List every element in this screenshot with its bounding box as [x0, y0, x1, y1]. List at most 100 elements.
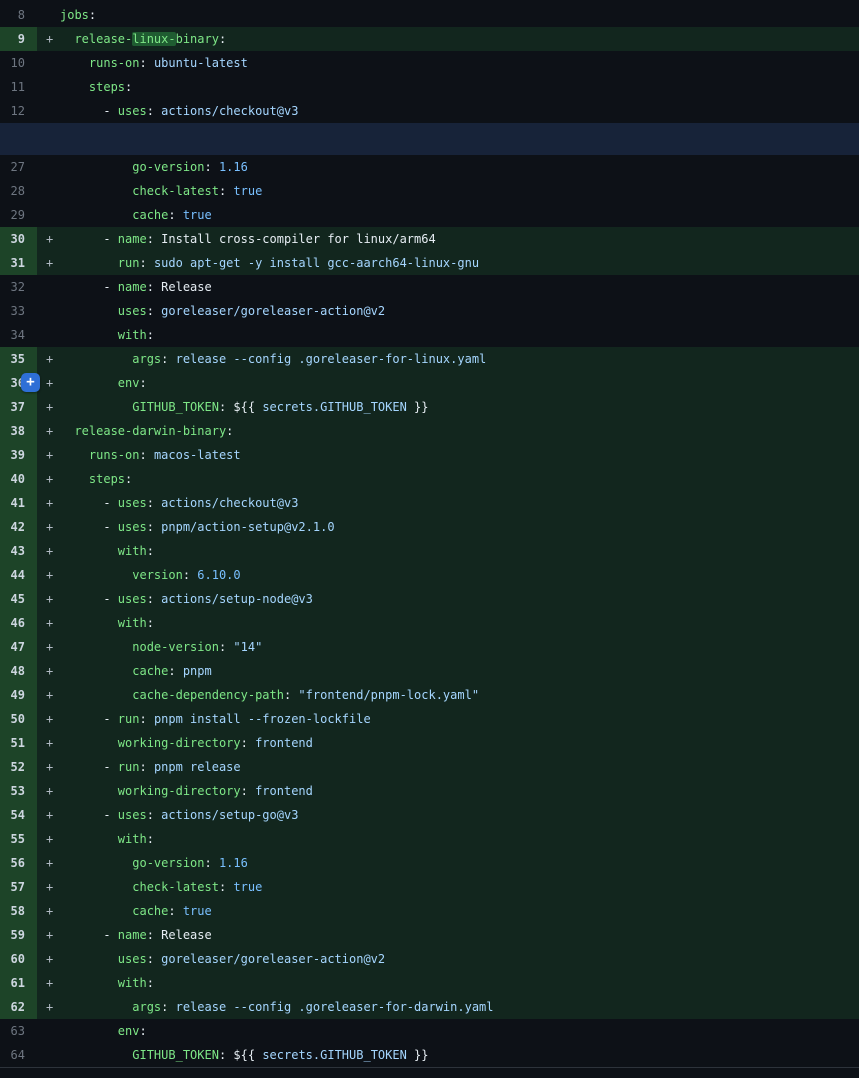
- line-number[interactable]: 37: [0, 395, 37, 419]
- diff-line-60: 60+ uses: goreleaser/goreleaser-action@v…: [0, 947, 859, 971]
- line-number[interactable]: 33: [0, 299, 37, 323]
- diff-line-28: 28 check-latest: true: [0, 179, 859, 203]
- diff-line-body: + - uses: actions/checkout@v3: [37, 491, 859, 515]
- line-number[interactable]: 44: [0, 563, 37, 587]
- diff-line-body: + node-version: "14": [37, 635, 859, 659]
- diff-line-body: + args: release --config .goreleaser-for…: [37, 347, 859, 371]
- code-line: node-version: "14": [60, 635, 262, 659]
- line-number[interactable]: 31: [0, 251, 37, 275]
- line-number[interactable]: 60: [0, 947, 37, 971]
- code-line: with:: [60, 827, 154, 851]
- line-number[interactable]: 48: [0, 659, 37, 683]
- line-number[interactable]: 34: [0, 323, 37, 347]
- code-line: env:: [60, 371, 147, 395]
- line-number[interactable]: 32: [0, 275, 37, 299]
- line-number[interactable]: 11: [0, 75, 37, 99]
- diff-marker: +: [37, 395, 60, 419]
- diff-line-31: 31+ run: sudo apt-get -y install gcc-aar…: [0, 251, 859, 275]
- diff-line-63: 63 env:: [0, 1019, 859, 1043]
- line-number[interactable]: 27: [0, 155, 37, 179]
- diff-line-53: 53+ working-directory: frontend: [0, 779, 859, 803]
- diff-line-body: runs-on: ubuntu-latest: [37, 51, 859, 75]
- line-number[interactable]: 57: [0, 875, 37, 899]
- diff-line-56: 56+ go-version: 1.16: [0, 851, 859, 875]
- line-number[interactable]: 47: [0, 635, 37, 659]
- line-number[interactable]: 59: [0, 923, 37, 947]
- line-number[interactable]: 42: [0, 515, 37, 539]
- diff-marker: +: [37, 443, 60, 467]
- code-line: with:: [60, 323, 154, 347]
- diff-line-body: + release-linux-binary:: [37, 27, 859, 51]
- diff-marker: [37, 203, 60, 227]
- hunk-expander-row[interactable]: [0, 123, 859, 155]
- line-number[interactable]: 29: [0, 203, 37, 227]
- diff-line-body: + - uses: actions/setup-node@v3: [37, 587, 859, 611]
- line-number[interactable]: 51: [0, 731, 37, 755]
- line-number[interactable]: 58: [0, 899, 37, 923]
- line-number[interactable]: 30: [0, 227, 37, 251]
- line-number[interactable]: 62: [0, 995, 37, 1019]
- code-line: version: 6.10.0: [60, 563, 241, 587]
- line-number[interactable]: 50: [0, 707, 37, 731]
- diff-marker: +: [37, 347, 60, 371]
- line-number[interactable]: 40: [0, 467, 37, 491]
- diff-line-8: 8jobs:: [0, 3, 859, 27]
- line-number[interactable]: 56: [0, 851, 37, 875]
- line-number[interactable]: 38: [0, 419, 37, 443]
- line-number[interactable]: 41: [0, 491, 37, 515]
- diff-line-43: 43+ with:: [0, 539, 859, 563]
- line-number[interactable]: 35: [0, 347, 37, 371]
- line-number[interactable]: 28: [0, 179, 37, 203]
- diff-marker: +: [37, 803, 60, 827]
- code-line: with:: [60, 539, 154, 563]
- line-number[interactable]: 45: [0, 587, 37, 611]
- line-number[interactable]: 43: [0, 539, 37, 563]
- code-line: args: release --config .goreleaser-for-l…: [60, 347, 486, 371]
- diff-marker: +: [37, 635, 60, 659]
- line-number[interactable]: 8: [0, 3, 37, 27]
- line-number[interactable]: 52: [0, 755, 37, 779]
- diff-marker: [37, 275, 60, 299]
- diff-line-body: jobs:: [37, 3, 859, 27]
- code-line: with:: [60, 971, 154, 995]
- line-number[interactable]: 55: [0, 827, 37, 851]
- code-line: runs-on: ubuntu-latest: [60, 51, 248, 75]
- diff-line-46: 46+ with:: [0, 611, 859, 635]
- diff-marker: +: [37, 923, 60, 947]
- diff-line-body: + with:: [37, 611, 859, 635]
- diff-marker: [37, 179, 60, 203]
- line-number[interactable]: 39: [0, 443, 37, 467]
- line-number[interactable]: 54: [0, 803, 37, 827]
- line-number[interactable]: 10: [0, 51, 37, 75]
- code-line: go-version: 1.16: [60, 155, 248, 179]
- diff-view: 8jobs:9+ release-linux-binary:10 runs-on…: [0, 0, 859, 1078]
- code-line: uses: goreleaser/goreleaser-action@v2: [60, 299, 385, 323]
- diff-marker: +: [37, 539, 60, 563]
- line-number[interactable]: 46: [0, 611, 37, 635]
- line-number[interactable]: 12: [0, 99, 37, 123]
- line-number[interactable]: 49: [0, 683, 37, 707]
- diff-line-35: 35+ args: release --config .goreleaser-f…: [0, 347, 859, 371]
- diff-line-62: 62+ args: release --config .goreleaser-f…: [0, 995, 859, 1019]
- diff-line-body: + uses: goreleaser/goreleaser-action@v2: [37, 947, 859, 971]
- diff-marker: +: [37, 899, 60, 923]
- add-comment-button[interactable]: +: [21, 373, 40, 392]
- diff-line-54: 54+ - uses: actions/setup-go@v3: [0, 803, 859, 827]
- diff-line-42: 42+ - uses: pnpm/action-setup@v2.1.0: [0, 515, 859, 539]
- line-number[interactable]: 61: [0, 971, 37, 995]
- code-line: cache: true: [60, 203, 212, 227]
- diff-line-64: 64 GITHUB_TOKEN: ${{ secrets.GITHUB_TOKE…: [0, 1043, 859, 1067]
- code-line: args: release --config .goreleaser-for-d…: [60, 995, 494, 1019]
- diff-line-body: + args: release --config .goreleaser-for…: [37, 995, 859, 1019]
- line-number[interactable]: 9: [0, 27, 37, 51]
- code-line: - uses: actions/checkout@v3: [60, 99, 298, 123]
- line-number[interactable]: 53: [0, 779, 37, 803]
- diff-line-39: 39+ runs-on: macos-latest: [0, 443, 859, 467]
- diff-line-29: 29 cache: true: [0, 203, 859, 227]
- code-line: uses: goreleaser/goreleaser-action@v2: [60, 947, 385, 971]
- diff-marker: +: [37, 251, 60, 275]
- line-number[interactable]: 64: [0, 1043, 37, 1067]
- diff-line-body: env:: [37, 1019, 859, 1043]
- line-number[interactable]: 63: [0, 1019, 37, 1043]
- diff-marker: +: [37, 947, 60, 971]
